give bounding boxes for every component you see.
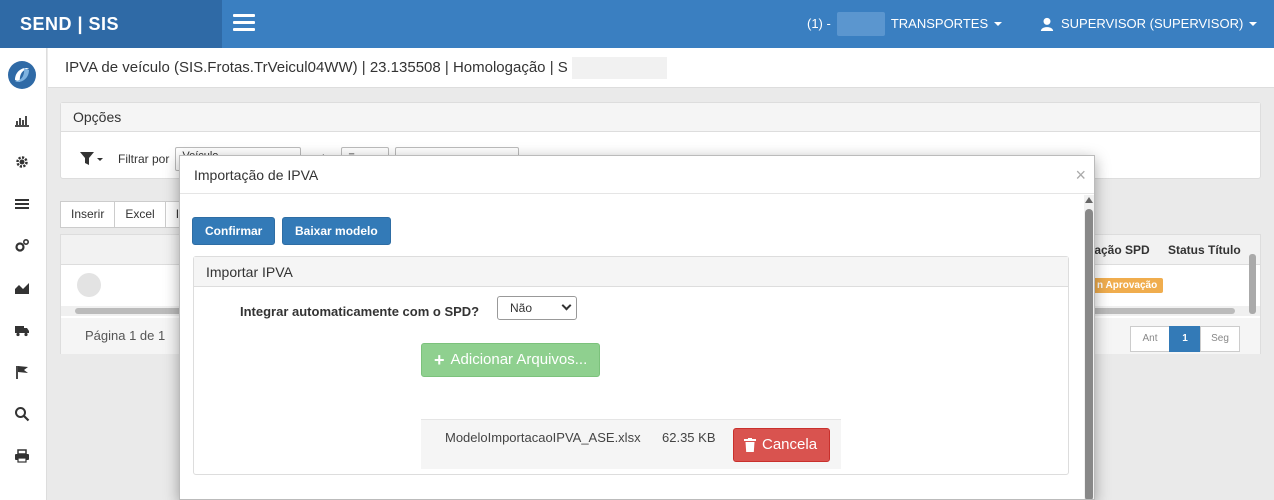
modal-title: Importação de IPVA xyxy=(194,167,319,183)
area-chart-icon[interactable] xyxy=(14,280,30,296)
integrate-spd-value: Não xyxy=(510,301,533,315)
modal-header: Importação de IPVA × xyxy=(180,156,1094,194)
prev-page-button[interactable]: Ant xyxy=(1130,326,1170,352)
filter-icon[interactable] xyxy=(79,150,103,168)
trash-icon xyxy=(744,438,756,452)
page-title-text: IPVA de veículo (SIS.Frotas.TrVeicul04WW… xyxy=(65,59,568,76)
next-page-button[interactable]: Seg xyxy=(1200,326,1240,352)
scrollbar-thumb[interactable] xyxy=(1085,209,1093,499)
company-dropdown[interactable]: (1) - TRANSPORTES xyxy=(807,0,1003,48)
chevron-down-icon xyxy=(561,300,572,311)
company-code-redacted xyxy=(836,12,885,36)
printer-icon[interactable] xyxy=(14,448,30,464)
file-list-item: ModeloImportacaoIPVA_ASE.xlsx 62.35 KB C… xyxy=(421,419,841,469)
download-template-button[interactable]: Baixar modelo xyxy=(282,217,391,245)
scroll-up-icon[interactable] xyxy=(1085,197,1093,203)
cancel-label: Cancela xyxy=(762,436,818,453)
integrate-spd-select[interactable]: Não xyxy=(497,296,577,320)
user-dropdown[interactable]: SUPERVISOR (SUPERVISOR) xyxy=(1040,0,1258,48)
close-icon[interactable]: × xyxy=(1075,156,1086,194)
scrollbar-thumb[interactable] xyxy=(1249,254,1256,314)
file-name: ModeloImportacaoIPVA_ASE.xlsx xyxy=(445,430,641,445)
file-size: 62.35 KB xyxy=(662,430,716,445)
status-badge: n Aprovação xyxy=(1091,278,1164,293)
redacted-text xyxy=(571,57,667,80)
pager-buttons: Ant 1 Seg xyxy=(1130,326,1240,352)
cancel-upload-button[interactable]: Cancela xyxy=(733,428,831,462)
excel-button[interactable]: Excel xyxy=(114,201,166,228)
modal-body: Confirmar Baixar modelo Importar IPVA In… xyxy=(180,195,1084,499)
gears-icon[interactable] xyxy=(14,238,30,254)
import-modal: Importação de IPVA × Confirmar Baixar mo… xyxy=(179,155,1095,500)
filter-label: Filtrar por xyxy=(118,152,170,166)
chevron-down-icon xyxy=(994,22,1003,26)
hamburger-menu-icon[interactable] xyxy=(233,14,255,32)
confirm-button[interactable]: Confirmar xyxy=(192,217,276,245)
company-prefix: (1) - xyxy=(807,16,831,31)
current-page-button[interactable]: 1 xyxy=(1169,326,1201,352)
sidebar xyxy=(0,48,47,500)
user-name: SUPERVISOR (SUPERVISOR) xyxy=(1061,16,1244,31)
bar-chart-icon[interactable] xyxy=(14,112,30,128)
truck-icon[interactable] xyxy=(14,322,30,338)
modal-vertical-scrollbar[interactable] xyxy=(1084,195,1094,499)
page-info: Página 1 de 1 xyxy=(85,328,166,343)
import-panel: Importar IPVA Integrar automaticamente c… xyxy=(193,256,1069,475)
column-header-status[interactable]: Status Título xyxy=(1168,235,1241,265)
row-search-icon[interactable] xyxy=(77,273,101,297)
grid-toolbar: Inserir Excel I xyxy=(60,201,191,228)
options-title: Opções xyxy=(61,103,1260,132)
brand-logo-text[interactable]: SEND | SIS xyxy=(0,0,222,48)
flag-icon[interactable] xyxy=(14,364,30,380)
add-files-label: Adicionar Arquivos... xyxy=(450,351,588,368)
user-icon xyxy=(1040,17,1054,31)
list-icon[interactable] xyxy=(14,196,30,212)
column-header-spd[interactable]: uação SPD xyxy=(1087,235,1150,265)
import-panel-title: Importar IPVA xyxy=(194,257,1068,287)
top-navbar: SEND | SIS (1) - TRANSPORTES SUPERVISOR … xyxy=(0,0,1274,48)
grid-vertical-scrollbar[interactable] xyxy=(1248,250,1258,320)
integrate-spd-label: Integrar automaticamente com o SPD? xyxy=(240,304,480,319)
page-title: IPVA de veículo (SIS.Frotas.TrVeicul04WW… xyxy=(48,48,1274,88)
insert-button[interactable]: Inserir xyxy=(60,201,116,228)
add-files-button[interactable]: + Adicionar Arquivos... xyxy=(421,343,601,377)
search-icon[interactable] xyxy=(14,406,30,422)
chevron-down-icon xyxy=(1249,22,1258,26)
gear-icon[interactable] xyxy=(14,154,30,170)
app-logo-icon[interactable] xyxy=(7,60,37,90)
plus-icon: + xyxy=(434,350,445,370)
company-name: TRANSPORTES xyxy=(890,16,989,31)
